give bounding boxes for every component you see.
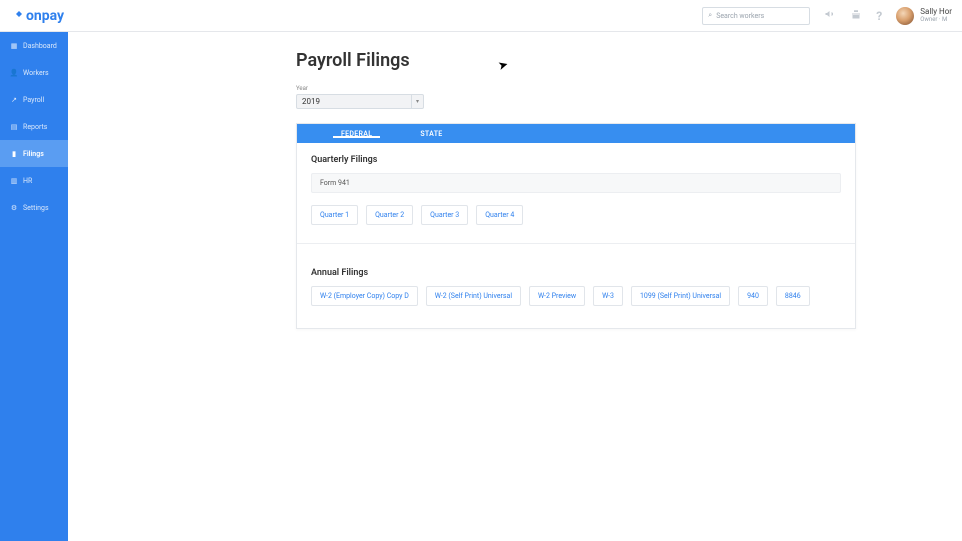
- avatar: [896, 7, 914, 25]
- annual-pill[interactable]: W-3: [593, 286, 623, 306]
- quarter-pill[interactable]: Quarter 2: [366, 205, 413, 225]
- search-input[interactable]: ⌕ Search workers: [702, 7, 810, 25]
- hr-icon: ▥: [10, 177, 18, 185]
- quarter-pill[interactable]: Quarter 1: [311, 205, 358, 225]
- quarterly-heading: Quarterly Filings: [311, 155, 841, 165]
- search-icon: ⌕: [708, 11, 712, 20]
- tab-federal[interactable]: FEDERAL: [317, 130, 396, 138]
- annual-pill[interactable]: W-2 (Employer Copy) Copy D: [311, 286, 418, 306]
- annual-pill-row: W-2 (Employer Copy) Copy D W-2 (Self Prin…: [311, 286, 841, 306]
- quarter-pill[interactable]: Quarter 4: [476, 205, 523, 225]
- sidebar-item-label: Filings: [23, 150, 44, 158]
- header-right: ⌕ Search workers ? Sally Hor Owner · M: [702, 7, 952, 25]
- logo-text: onpay: [26, 8, 64, 24]
- main-content: Payroll Filings Year 2019 ▾ FEDERALSTATE…: [68, 32, 962, 541]
- annual-pill[interactable]: 940: [738, 286, 768, 306]
- year-value: 2019: [302, 97, 320, 106]
- year-select[interactable]: 2019 ▾: [296, 94, 424, 109]
- settings-icon: ⚙: [10, 204, 18, 212]
- form-row[interactable]: Form 941: [311, 173, 841, 193]
- tab-state[interactable]: STATE: [396, 130, 466, 138]
- filings-card: FEDERALSTATE Quarterly Filings Form 941 …: [296, 123, 856, 329]
- sidebar-item-label: Payroll: [23, 96, 44, 104]
- sidebar-item-label: Dashboard: [23, 42, 57, 50]
- gift-icon[interactable]: [850, 8, 862, 23]
- search-placeholder: Search workers: [716, 12, 764, 20]
- user-role: Owner · M: [920, 17, 952, 24]
- logo-icon: [14, 11, 24, 21]
- annual-pill[interactable]: 8846: [776, 286, 810, 306]
- sidebar-item-settings[interactable]: ⚙ Settings: [0, 194, 68, 221]
- announce-icon[interactable]: [824, 8, 836, 23]
- reports-icon: ▤: [10, 123, 18, 131]
- quarter-pill-row: Quarter 1 Quarter 2 Quarter 3 Quarter 4: [311, 205, 841, 225]
- sidebar-item-label: Settings: [23, 204, 49, 212]
- annual-pill[interactable]: W-2 Preview: [529, 286, 585, 306]
- header: onpay ⌕ Search workers ? Sally Hor Owner…: [0, 0, 962, 32]
- sidebar-item-label: HR: [23, 177, 32, 185]
- dashboard-icon: ▦: [10, 42, 18, 50]
- sidebar: ▦ Dashboard 👤 Workers ↗ Payroll ▤ Reports ▮ Filin…: [0, 0, 68, 541]
- sidebar-item-label: Reports: [23, 123, 47, 131]
- annual-pill[interactable]: W-2 (Self Print) Universal: [426, 286, 521, 306]
- help-icon[interactable]: ?: [876, 9, 882, 23]
- sidebar-item-workers[interactable]: 👤 Workers: [0, 59, 68, 86]
- sidebar-item-reports[interactable]: ▤ Reports: [0, 113, 68, 140]
- chevron-down-icon: ▾: [411, 94, 423, 109]
- sidebar-item-payroll[interactable]: ↗ Payroll: [0, 86, 68, 113]
- payroll-icon: ↗: [10, 96, 18, 104]
- workers-icon: 👤: [10, 69, 18, 77]
- user-menu[interactable]: Sally Hor Owner · M: [896, 7, 952, 25]
- year-filter: Year 2019 ▾: [296, 85, 926, 109]
- sidebar-item-dashboard[interactable]: ▦ Dashboard: [0, 32, 68, 59]
- year-label: Year: [296, 85, 926, 92]
- quarter-pill[interactable]: Quarter 3: [421, 205, 468, 225]
- sidebar-item-label: Workers: [23, 69, 49, 77]
- annual-pill[interactable]: 1099 (Self Print) Universal: [631, 286, 730, 306]
- sidebar-item-hr[interactable]: ▥ HR: [0, 167, 68, 194]
- page-title: Payroll Filings: [296, 50, 926, 71]
- tabs: FEDERALSTATE: [297, 124, 855, 143]
- annual-heading: Annual Filings: [311, 268, 841, 278]
- sidebar-item-filings[interactable]: ▮ Filings: [0, 140, 68, 167]
- logo[interactable]: onpay: [14, 8, 64, 24]
- filings-icon: ▮: [10, 150, 18, 158]
